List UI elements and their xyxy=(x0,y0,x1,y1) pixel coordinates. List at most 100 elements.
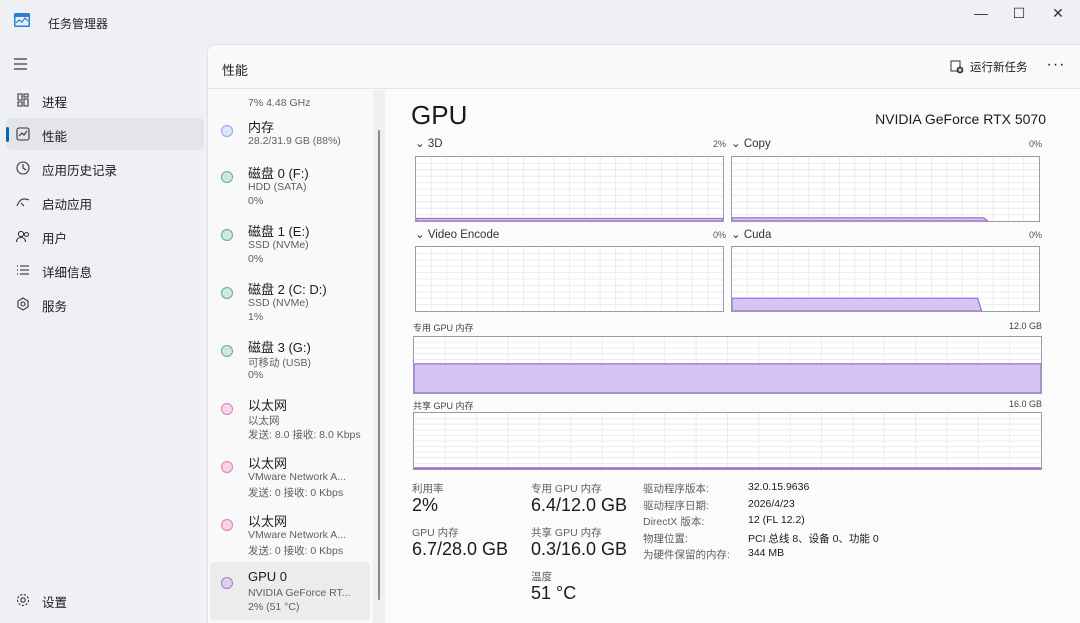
usage-area xyxy=(414,467,1041,469)
device-sub: 0% xyxy=(248,195,264,207)
utilization-label: 利用率 xyxy=(412,483,444,495)
temperature-label: 温度 xyxy=(531,571,552,583)
usage-area xyxy=(732,217,989,221)
chevron-down-icon: ⌄ xyxy=(731,229,741,241)
driver-date-value: 2026/4/23 xyxy=(748,498,795,510)
reserved-memory-key: 为硬件保留的内存: xyxy=(643,549,730,561)
new-task-icon xyxy=(950,60,964,74)
device-sub: SSD (NVMe) xyxy=(248,297,309,309)
users-icon xyxy=(15,230,30,243)
close-button[interactable]: ✕ xyxy=(1041,4,1075,22)
device-sub: 发送: 0 接收: 0 Kbps xyxy=(248,545,344,557)
chevron-down-icon: ⌄ xyxy=(415,138,425,150)
device-item-disk2[interactable]: 磁盘 2 (C: D:) SSD (NVMe) 1% xyxy=(210,272,370,328)
maximize-button[interactable]: ☐ xyxy=(1002,4,1036,22)
nav-label-settings: 设置 xyxy=(42,596,68,610)
window-title: 任务管理器 xyxy=(48,17,109,31)
processes-icon xyxy=(17,93,29,107)
physical-location-key: 物理位置: xyxy=(643,533,688,545)
engine-name: Cuda xyxy=(743,229,772,241)
device-sub: VMware Network A... xyxy=(248,471,347,483)
graph-shared-memory xyxy=(413,412,1042,470)
device-sub: 1% xyxy=(248,311,264,323)
device-item-ethernet-3[interactable]: 以太网 VMware Network A... 发送: 0 接收: 0 Kbps xyxy=(210,504,370,560)
nav-item-app-history[interactable]: 应用历史记录 xyxy=(6,152,204,184)
app-history-icon xyxy=(16,161,30,175)
more-options-button[interactable]: ··· xyxy=(1044,56,1068,78)
usage-area xyxy=(732,297,983,311)
gpu-memory-label: GPU 内存 xyxy=(412,527,459,539)
device-sub: SSD (NVMe) xyxy=(248,239,309,251)
nav-item-startup-apps[interactable]: 启动应用 xyxy=(6,186,204,218)
engine-name: 3D xyxy=(427,138,443,150)
device-name: 磁盘 1 (E:) xyxy=(248,224,310,239)
maximize-icon: ☐ xyxy=(1012,4,1026,21)
run-new-task-button[interactable]: 运行新任务 xyxy=(950,58,1028,76)
dedicated-memory-max: 12.0 GB xyxy=(1008,321,1042,331)
page-title: 性能 xyxy=(222,63,249,78)
engine-pct-3d: 2% xyxy=(712,139,726,149)
performance-icon xyxy=(16,127,30,141)
device-list-scrollbar[interactable] xyxy=(373,90,385,623)
driver-version-value: 32.0.15.9636 xyxy=(748,481,810,493)
shared-memory-label: 共享 GPU 内存 xyxy=(413,401,474,411)
graph-cuda xyxy=(731,246,1040,312)
nav-item-services[interactable]: 服务 xyxy=(6,288,204,320)
device-item-ethernet-1[interactable]: 以太网 以太网 发送: 8.0 接收: 8.0 Kbps xyxy=(210,388,370,444)
close-icon: ✕ xyxy=(1052,4,1064,21)
device-dot xyxy=(221,229,233,241)
device-item-disk0[interactable]: 磁盘 0 (F:) HDD (SATA) 0% xyxy=(210,156,370,212)
device-dot xyxy=(221,461,233,473)
device-item-disk1[interactable]: 磁盘 1 (E:) SSD (NVMe) 0% xyxy=(210,214,370,270)
nav-label-performance: 性能 xyxy=(42,130,68,144)
device-sub: 以太网 xyxy=(248,415,280,427)
device-list: 7% 4.48 GHz 内存 28.2/31.9 GB (88%) 磁盘 0 (… xyxy=(208,90,385,623)
engine-label-cuda[interactable]: ⌄ Cuda xyxy=(731,227,771,241)
device-item-disk3[interactable]: 磁盘 3 (G:) 可移动 (USB) 0% xyxy=(210,330,370,386)
engine-label-copy[interactable]: ⌄ Copy xyxy=(731,136,771,150)
nav-item-processes[interactable]: 进程 xyxy=(6,84,204,116)
dedicated-stat-label: 专用 GPU 内存 xyxy=(531,483,602,495)
device-item-ethernet-2[interactable]: 以太网 VMware Network A... 发送: 0 接收: 0 Kbps xyxy=(210,446,370,502)
shared-stat-value: 0.3/16.0 GB xyxy=(531,539,628,559)
physical-location-value: PCI 总线 8、设备 0、功能 0 xyxy=(748,533,879,545)
engine-label-video-encode[interactable]: ⌄ Video Encode xyxy=(415,227,499,241)
device-sub: 可移动 (USB) xyxy=(248,357,311,369)
main-panel: 性能 运行新任务 ··· 7% 4.48 GHz 内存 28.2/31.9 GB… xyxy=(207,44,1080,623)
engine-pct-copy: 0% xyxy=(1028,139,1042,149)
gpu-model: NVIDIA GeForce RTX 5070 xyxy=(875,111,1046,127)
dedicated-memory-label: 专用 GPU 内存 xyxy=(413,323,474,333)
utilization-value: 2% xyxy=(412,495,439,515)
task-manager-icon xyxy=(14,13,30,27)
device-sub: 2% (51 °C) xyxy=(248,601,300,613)
hamburger-menu-icon[interactable] xyxy=(12,56,30,72)
gpu-detail-pane: GPU NVIDIA GeForce RTX 5070 ⌄ 3D 2% ⌄ Co… xyxy=(386,90,1080,623)
device-sub: 0% xyxy=(248,369,264,381)
device-name: 以太网 xyxy=(248,514,288,529)
device-name: 内存 xyxy=(248,120,275,135)
nav-item-users[interactable]: 用户 xyxy=(6,220,204,252)
device-dot xyxy=(221,171,233,183)
nav-label-app-history: 应用历史记录 xyxy=(42,164,118,178)
usage-area xyxy=(414,363,1041,393)
device-name: 以太网 xyxy=(248,398,288,413)
scrollbar-thumb[interactable] xyxy=(378,130,380,600)
device-sub: 0% xyxy=(248,253,264,265)
gpu-title: GPU xyxy=(411,100,468,130)
minimize-button[interactable]: — xyxy=(964,4,998,22)
device-item-gpu0[interactable]: GPU 0 NVIDIA GeForce RT... 2% (51 °C) xyxy=(210,562,370,620)
title-bar: 任务管理器 — ☐ ✕ xyxy=(0,0,1080,44)
nav-item-performance[interactable]: 性能 xyxy=(6,118,204,150)
device-name: 以太网 xyxy=(248,456,288,471)
shared-stat-label: 共享 GPU 内存 xyxy=(531,527,602,539)
run-new-task-label: 运行新任务 xyxy=(970,62,1028,74)
nav-item-settings[interactable]: 设置 xyxy=(6,584,204,616)
minimize-icon: — xyxy=(974,5,988,21)
nav-item-details[interactable]: 详细信息 xyxy=(6,254,204,286)
details-icon xyxy=(17,265,29,275)
engine-label-3d[interactable]: ⌄ 3D xyxy=(415,136,443,150)
engine-name: Video Encode xyxy=(427,229,500,241)
device-name: 磁盘 3 (G:) xyxy=(248,340,311,355)
dedicated-stat-value: 6.4/12.0 GB xyxy=(531,495,628,515)
nav-label-users: 用户 xyxy=(42,232,68,246)
